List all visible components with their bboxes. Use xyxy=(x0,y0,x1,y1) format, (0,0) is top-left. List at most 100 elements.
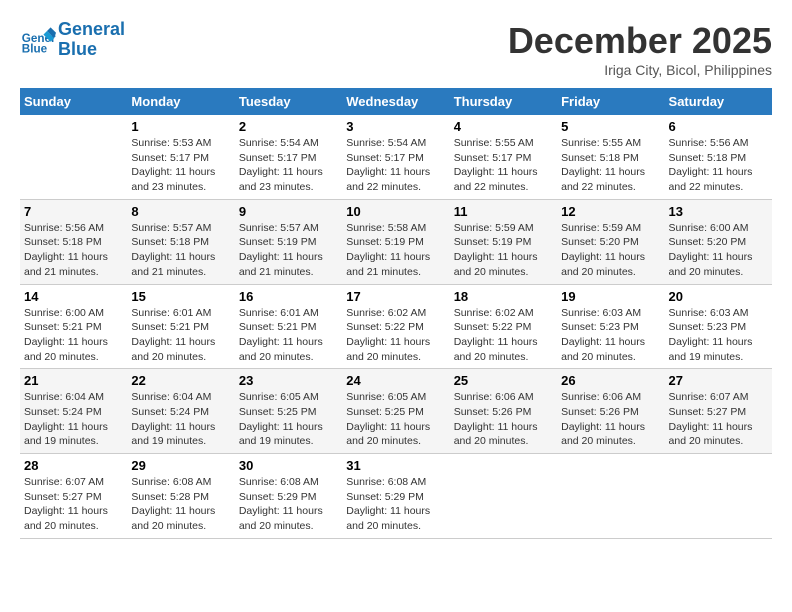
calendar-week-row: 7 Sunrise: 5:56 AM Sunset: 5:18 PM Daylig… xyxy=(20,199,772,284)
logo: General Blue General Blue xyxy=(20,20,125,60)
calendar-cell: 26 Sunrise: 6:06 AM Sunset: 5:26 PM Dayli… xyxy=(557,369,664,454)
day-number: 12 xyxy=(561,204,660,219)
title-block: December 2025 Iriga City, Bicol, Philipp… xyxy=(508,20,772,78)
day-info: Sunrise: 6:03 AM Sunset: 5:23 PM Dayligh… xyxy=(561,306,660,365)
calendar-cell: 8Sunrise: 5:57 AM Sunset: 5:18 PM Daylig… xyxy=(127,199,234,284)
calendar-cell: 19Sunrise: 6:03 AM Sunset: 5:23 PM Dayli… xyxy=(557,284,664,369)
day-number: 3 xyxy=(346,119,445,134)
day-number: 9 xyxy=(239,204,338,219)
calendar-cell: 15 Sunrise: 6:01 AM Sunset: 5:21 PM Dayli… xyxy=(127,284,234,369)
calendar-cell: 4 Sunrise: 5:55 AM Sunset: 5:17 PM Daylig… xyxy=(450,115,557,199)
calendar-cell: 12 Sunrise: 5:59 AM Sunset: 5:20 PM Dayli… xyxy=(557,199,664,284)
day-number: 13 xyxy=(669,204,768,219)
day-number: 24 xyxy=(346,373,445,388)
day-info: Sunrise: 6:08 AM Sunset: 5:28 PM Dayligh… xyxy=(131,475,230,534)
day-number: 22 xyxy=(131,373,230,388)
calendar-week-row: 21 Sunrise: 6:04 AM Sunset: 5:24 PM Dayli… xyxy=(20,369,772,454)
day-number: 8 xyxy=(131,204,230,219)
calendar-cell: 29 Sunrise: 6:08 AM Sunset: 5:28 PM Dayli… xyxy=(127,454,234,539)
day-info: Sunrise: 6:01 AM Sunset: 5:21 PM Dayligh… xyxy=(131,306,230,365)
calendar-cell: 23 Sunrise: 6:05 AM Sunset: 5:25 PM Dayli… xyxy=(235,369,342,454)
day-number: 2 xyxy=(239,119,338,134)
calendar-cell: 3 Sunrise: 5:54 AM Sunset: 5:17 PM Daylig… xyxy=(342,115,449,199)
calendar-cell xyxy=(20,115,127,199)
day-info: Sunrise: 6:00 AM Sunset: 5:21 PM Dayligh… xyxy=(24,306,123,365)
day-number: 5 xyxy=(561,119,660,134)
day-number: 29 xyxy=(131,458,230,473)
calendar-cell: 7 Sunrise: 5:56 AM Sunset: 5:18 PM Daylig… xyxy=(20,199,127,284)
calendar-cell: 2 Sunrise: 5:54 AM Sunset: 5:17 PM Daylig… xyxy=(235,115,342,199)
day-number: 23 xyxy=(239,373,338,388)
day-number: 6 xyxy=(669,119,768,134)
calendar-cell: 11Sunrise: 5:59 AM Sunset: 5:19 PM Dayli… xyxy=(450,199,557,284)
calendar-cell: 20 Sunrise: 6:03 AM Sunset: 5:23 PM Dayli… xyxy=(665,284,772,369)
day-number: 15 xyxy=(131,289,230,304)
calendar-cell: 5 Sunrise: 5:55 AM Sunset: 5:18 PM Daylig… xyxy=(557,115,664,199)
day-info: Sunrise: 5:55 AM Sunset: 5:18 PM Dayligh… xyxy=(561,136,660,195)
page-header: General Blue General Blue December 2025 … xyxy=(20,20,772,78)
day-info: Sunrise: 5:55 AM Sunset: 5:17 PM Dayligh… xyxy=(454,136,553,195)
day-info: Sunrise: 6:08 AM Sunset: 5:29 PM Dayligh… xyxy=(346,475,445,534)
calendar-cell: 22 Sunrise: 6:04 AM Sunset: 5:24 PM Dayli… xyxy=(127,369,234,454)
day-number: 30 xyxy=(239,458,338,473)
day-info: Sunrise: 6:05 AM Sunset: 5:25 PM Dayligh… xyxy=(346,390,445,449)
weekday-header: Saturday xyxy=(665,88,772,115)
day-info: Sunrise: 5:54 AM Sunset: 5:17 PM Dayligh… xyxy=(239,136,338,195)
calendar-cell: 30Sunrise: 6:08 AM Sunset: 5:29 PM Dayli… xyxy=(235,454,342,539)
weekday-header: Monday xyxy=(127,88,234,115)
day-info: Sunrise: 5:57 AM Sunset: 5:19 PM Dayligh… xyxy=(239,221,338,280)
calendar-cell: 28Sunrise: 6:07 AM Sunset: 5:27 PM Dayli… xyxy=(20,454,127,539)
day-info: Sunrise: 5:56 AM Sunset: 5:18 PM Dayligh… xyxy=(669,136,768,195)
day-number: 16 xyxy=(239,289,338,304)
day-info: Sunrise: 5:54 AM Sunset: 5:17 PM Dayligh… xyxy=(346,136,445,195)
calendar-cell: 6 Sunrise: 5:56 AM Sunset: 5:18 PM Daylig… xyxy=(665,115,772,199)
day-number: 17 xyxy=(346,289,445,304)
day-number: 28 xyxy=(24,458,123,473)
day-info: Sunrise: 6:04 AM Sunset: 5:24 PM Dayligh… xyxy=(24,390,123,449)
day-info: Sunrise: 6:04 AM Sunset: 5:24 PM Dayligh… xyxy=(131,390,230,449)
day-number: 31 xyxy=(346,458,445,473)
calendar-week-row: 28Sunrise: 6:07 AM Sunset: 5:27 PM Dayli… xyxy=(20,454,772,539)
weekday-header: Wednesday xyxy=(342,88,449,115)
calendar-cell: 24 Sunrise: 6:05 AM Sunset: 5:25 PM Dayli… xyxy=(342,369,449,454)
day-info: Sunrise: 6:03 AM Sunset: 5:23 PM Dayligh… xyxy=(669,306,768,365)
day-info: Sunrise: 6:01 AM Sunset: 5:21 PM Dayligh… xyxy=(239,306,338,365)
day-info: Sunrise: 5:53 AM Sunset: 5:17 PM Dayligh… xyxy=(131,136,230,195)
day-info: Sunrise: 5:59 AM Sunset: 5:20 PM Dayligh… xyxy=(561,221,660,280)
day-number: 4 xyxy=(454,119,553,134)
day-info: Sunrise: 6:06 AM Sunset: 5:26 PM Dayligh… xyxy=(454,390,553,449)
day-number: 1 xyxy=(131,119,230,134)
day-info: Sunrise: 5:59 AM Sunset: 5:19 PM Dayligh… xyxy=(454,221,553,280)
calendar-cell: 13 Sunrise: 6:00 AM Sunset: 5:20 PM Dayli… xyxy=(665,199,772,284)
calendar-cell: 14Sunrise: 6:00 AM Sunset: 5:21 PM Dayli… xyxy=(20,284,127,369)
day-info: Sunrise: 6:00 AM Sunset: 5:20 PM Dayligh… xyxy=(669,221,768,280)
weekday-header: Thursday xyxy=(450,88,557,115)
svg-text:Blue: Blue xyxy=(22,42,48,55)
day-info: Sunrise: 5:58 AM Sunset: 5:19 PM Dayligh… xyxy=(346,221,445,280)
calendar-cell: 27Sunrise: 6:07 AM Sunset: 5:27 PM Dayli… xyxy=(665,369,772,454)
day-number: 10 xyxy=(346,204,445,219)
day-number: 7 xyxy=(24,204,123,219)
day-number: 26 xyxy=(561,373,660,388)
calendar-week-row: 14Sunrise: 6:00 AM Sunset: 5:21 PM Dayli… xyxy=(20,284,772,369)
day-info: Sunrise: 6:02 AM Sunset: 5:22 PM Dayligh… xyxy=(454,306,553,365)
calendar-cell xyxy=(450,454,557,539)
day-number: 20 xyxy=(669,289,768,304)
day-number: 18 xyxy=(454,289,553,304)
month-title: December 2025 xyxy=(508,20,772,62)
weekday-header: Sunday xyxy=(20,88,127,115)
day-info: Sunrise: 6:02 AM Sunset: 5:22 PM Dayligh… xyxy=(346,306,445,365)
day-info: Sunrise: 5:56 AM Sunset: 5:18 PM Dayligh… xyxy=(24,221,123,280)
day-info: Sunrise: 6:06 AM Sunset: 5:26 PM Dayligh… xyxy=(561,390,660,449)
calendar-table: SundayMondayTuesdayWednesdayThursdayFrid… xyxy=(20,88,772,539)
calendar-cell: 25 Sunrise: 6:06 AM Sunset: 5:26 PM Dayli… xyxy=(450,369,557,454)
day-number: 21 xyxy=(24,373,123,388)
weekday-header: Tuesday xyxy=(235,88,342,115)
calendar-cell: 18 Sunrise: 6:02 AM Sunset: 5:22 PM Dayli… xyxy=(450,284,557,369)
day-info: Sunrise: 6:05 AM Sunset: 5:25 PM Dayligh… xyxy=(239,390,338,449)
calendar-cell: 10 Sunrise: 5:58 AM Sunset: 5:19 PM Dayli… xyxy=(342,199,449,284)
logo-icon: General Blue xyxy=(20,22,56,58)
calendar-cell: 21 Sunrise: 6:04 AM Sunset: 5:24 PM Dayli… xyxy=(20,369,127,454)
day-number: 27 xyxy=(669,373,768,388)
day-number: 25 xyxy=(454,373,553,388)
